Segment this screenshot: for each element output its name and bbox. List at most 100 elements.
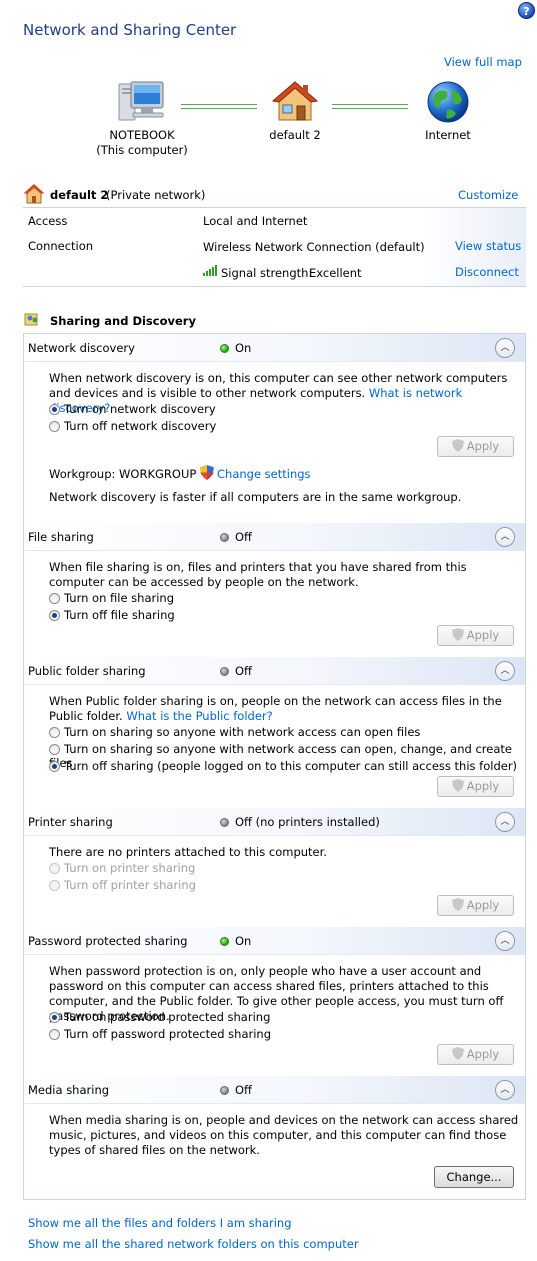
network-type: (Private network) — [106, 188, 206, 202]
customize-link[interactable]: Customize — [458, 188, 518, 202]
radio-button[interactable] — [49, 761, 60, 772]
change-button[interactable]: Change... — [434, 1166, 514, 1188]
public-folder-open-option[interactable]: Turn on sharing so anyone with network a… — [49, 725, 420, 741]
connection-label: Connection — [28, 239, 94, 253]
sharing-icon — [24, 313, 38, 326]
public-folder-description: When Public folder sharing is on, people… — [49, 694, 502, 723]
status-off-icon — [220, 818, 229, 827]
password-sharing-status: On — [220, 934, 251, 948]
computer-name: NOTEBOOK — [109, 128, 175, 142]
status-on-icon — [220, 344, 229, 353]
access-value: Local and Internet — [203, 214, 308, 228]
radio-button — [49, 863, 60, 874]
collapse-icon[interactable]: ︿ — [495, 661, 515, 681]
uac-shield-icon — [451, 779, 464, 792]
printer-sharing-header[interactable]: Printer sharing Off (no printers install… — [24, 808, 525, 836]
show-shared-files-link[interactable]: Show me all the files and folders I am s… — [28, 1216, 292, 1230]
uac-shield-icon — [200, 465, 214, 480]
connection-value: Wireless Network Connection (default) — [203, 240, 425, 254]
network-discovery-label: Network discovery — [28, 341, 135, 355]
signal-value: Excellent — [309, 266, 362, 280]
media-sharing-header[interactable]: Media sharing Off ︿ — [24, 1076, 525, 1104]
radio-button[interactable] — [49, 1029, 60, 1040]
radio-button[interactable] — [49, 744, 60, 755]
collapse-icon[interactable]: ︿ — [495, 338, 515, 358]
sharing-discovery-title: Sharing and Discovery — [50, 314, 196, 328]
apply-button[interactable]: Apply — [437, 436, 514, 457]
printer-sharing-off-option: Turn off printer sharing — [49, 878, 196, 894]
public-folder-off-option[interactable]: Turn off sharing (people logged on to th… — [49, 759, 517, 775]
network-title: default 2 — [50, 188, 109, 202]
file-sharing-description: When file sharing is on, files and print… — [49, 560, 467, 589]
apply-button[interactable]: Apply — [437, 776, 514, 797]
public-folder-sharing-label: Public folder sharing — [28, 664, 146, 678]
view-status-link[interactable]: View status — [455, 239, 521, 253]
status-off-icon — [220, 1086, 229, 1095]
house-icon — [23, 184, 45, 204]
change-settings-link[interactable]: Change settings — [200, 465, 311, 481]
show-shared-folders-link[interactable]: Show me all the shared network folders o… — [28, 1237, 359, 1251]
signal-strength-icon — [203, 265, 217, 276]
radio-button[interactable] — [49, 610, 60, 621]
map-network[interactable]: default 2 — [255, 80, 335, 143]
radio-button — [49, 880, 60, 891]
radio-button[interactable] — [49, 593, 60, 604]
radio-button[interactable] — [49, 727, 60, 738]
map-connection-line — [332, 104, 408, 109]
printer-sharing-label: Printer sharing — [28, 815, 113, 829]
disconnect-link[interactable]: Disconnect — [455, 265, 519, 279]
map-connection-line — [181, 104, 257, 109]
status-off-icon — [220, 667, 229, 676]
uac-shield-icon — [451, 1047, 464, 1060]
apply-button[interactable]: Apply — [437, 1044, 514, 1065]
password-sharing-header[interactable]: Password protected sharing On ︿ — [24, 927, 525, 955]
file-sharing-on-option[interactable]: Turn on file sharing — [49, 591, 174, 607]
internet-label: Internet — [425, 128, 471, 142]
radio-button[interactable] — [49, 421, 60, 432]
globe-icon — [427, 81, 469, 123]
apply-button[interactable]: Apply — [437, 895, 514, 916]
printer-sharing-on-option: Turn on printer sharing — [49, 861, 195, 877]
public-folder-change-option[interactable]: Turn on sharing so anyone with network a… — [49, 742, 537, 770]
public-folder-sharing-header[interactable]: Public folder sharing Off ︿ — [24, 657, 525, 685]
uac-shield-icon — [451, 898, 464, 911]
network-discovery-header[interactable]: Network discovery On ︿ — [24, 334, 525, 362]
media-sharing-status: Off — [220, 1083, 252, 1097]
file-sharing-header[interactable]: File sharing Off ︿ — [24, 523, 525, 551]
collapse-icon[interactable]: ︿ — [495, 931, 515, 951]
what-is-public-folder-link[interactable]: What is the Public folder? — [126, 709, 272, 723]
file-sharing-status: Off — [220, 530, 252, 544]
workgroup-note: Network discovery is faster if all compu… — [49, 490, 462, 504]
password-sharing-label: Password protected sharing — [28, 934, 188, 948]
radio-button[interactable] — [49, 404, 60, 415]
access-label: Access — [28, 214, 68, 228]
network-discovery-status: On — [220, 341, 251, 355]
network-discovery-on-option[interactable]: Turn on network discovery — [49, 402, 216, 418]
collapse-icon[interactable]: ︿ — [495, 812, 515, 832]
media-sharing-label: Media sharing — [28, 1083, 110, 1097]
map-internet[interactable]: Internet — [408, 80, 488, 143]
collapse-icon[interactable]: ︿ — [495, 527, 515, 547]
public-folder-sharing-status: Off — [220, 664, 252, 678]
uac-shield-icon — [451, 628, 464, 641]
apply-button[interactable]: Apply — [437, 625, 514, 646]
network-name: default 2 — [269, 128, 321, 142]
password-sharing-off-option[interactable]: Turn off password protected sharing — [49, 1027, 271, 1043]
printer-sharing-status: Off (no printers installed) — [220, 815, 380, 829]
page-title: Network and Sharing Center — [23, 21, 237, 39]
map-computer[interactable]: NOTEBOOK (This computer) — [96, 80, 188, 158]
view-full-map-link[interactable]: View full map — [444, 55, 522, 69]
help-icon[interactable]: ? — [518, 2, 535, 19]
signal-label: Signal strength: — [221, 266, 313, 280]
network-discovery-off-option[interactable]: Turn off network discovery — [49, 419, 216, 435]
collapse-icon[interactable]: ︿ — [495, 1080, 515, 1100]
computer-sub: (This computer) — [96, 143, 188, 157]
media-sharing-description: When media sharing is on, people and dev… — [49, 1113, 519, 1157]
file-sharing-label: File sharing — [28, 530, 94, 544]
file-sharing-off-option[interactable]: Turn off file sharing — [49, 608, 175, 624]
house-icon — [271, 81, 319, 121]
radio-button[interactable] — [49, 1012, 60, 1023]
status-on-icon — [220, 937, 229, 946]
workgroup-label: Workgroup: WORKGROUP — [49, 467, 197, 481]
password-sharing-on-option[interactable]: Turn on password protected sharing — [49, 1010, 270, 1026]
